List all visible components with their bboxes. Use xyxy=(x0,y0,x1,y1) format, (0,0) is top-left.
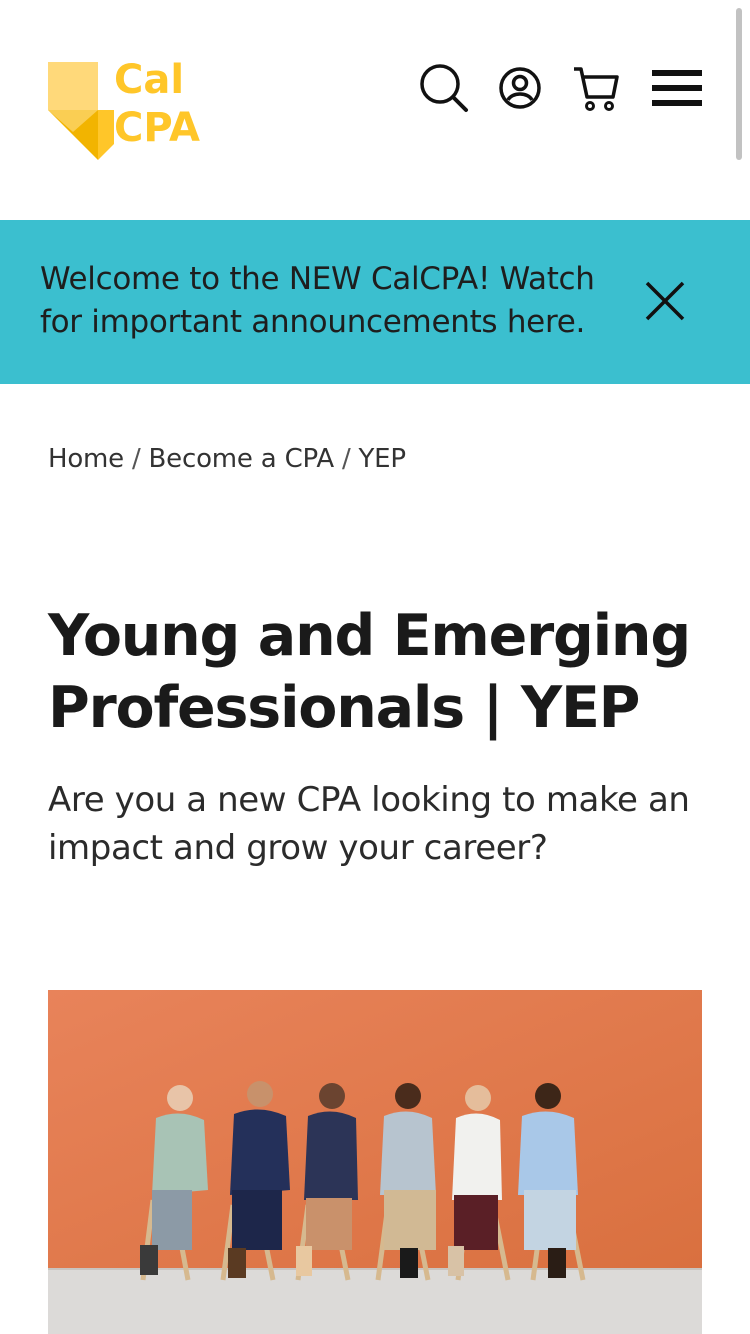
scrollbar-thumb[interactable] xyxy=(736,8,742,160)
calcpa-logo[interactable]: Cal CPA xyxy=(48,58,258,162)
page-title: Young and Emerging Professionals | YEP xyxy=(48,603,691,741)
banner-message: Welcome to the NEW CalCPA! Watch for imp… xyxy=(40,261,595,340)
breadcrumb-separator: / xyxy=(131,444,141,474)
logo-text-cpa: CPA xyxy=(114,105,200,151)
page-subtitle: Are you a new CPA looking to make an imp… xyxy=(48,780,690,868)
announcement-banner: Welcome to the NEW CalCPA! Watch for imp… xyxy=(0,220,750,384)
breadcrumb-current: YEP xyxy=(358,444,407,474)
site-header: Cal CPA xyxy=(0,0,750,220)
search-icon[interactable] xyxy=(418,62,470,114)
hero-image xyxy=(48,990,702,1334)
logo-mark xyxy=(48,62,148,160)
breadcrumb-home[interactable]: Home xyxy=(48,444,124,474)
logo-text-cal: Cal xyxy=(114,57,185,103)
breadcrumb-separator: / xyxy=(341,444,351,474)
cart-icon[interactable] xyxy=(570,62,622,114)
account-icon[interactable] xyxy=(494,62,546,114)
close-icon[interactable] xyxy=(640,276,690,326)
breadcrumb-become-a-cpa[interactable]: Become a CPA xyxy=(149,444,335,474)
breadcrumb: Home / Become a CPA / YEP xyxy=(48,444,406,474)
menu-icon[interactable] xyxy=(650,62,702,114)
